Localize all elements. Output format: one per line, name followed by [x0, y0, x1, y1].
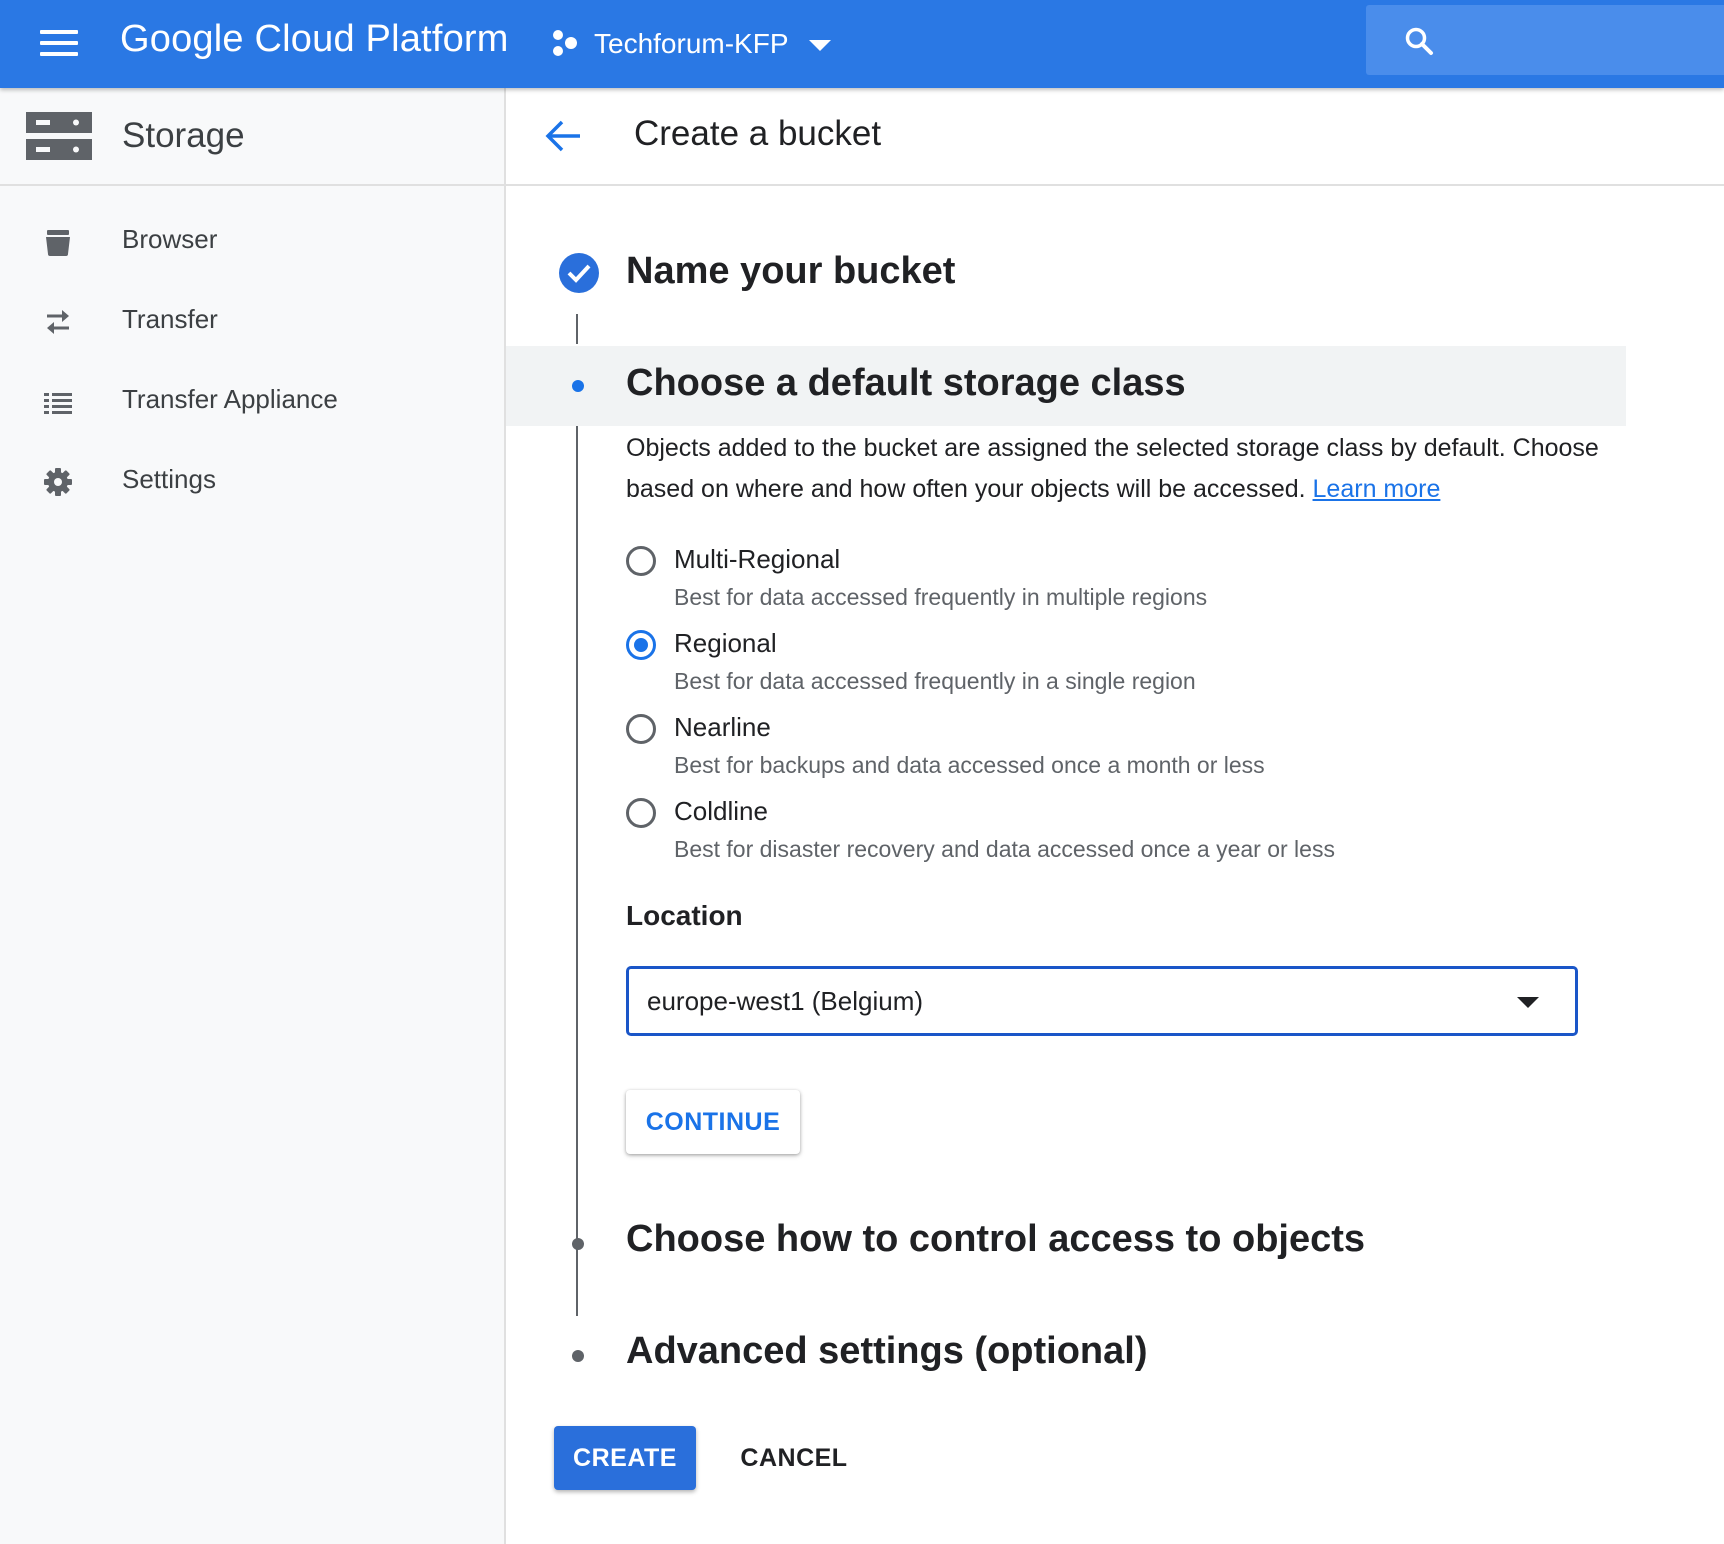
step-access-control-title[interactable]: Choose how to control access to objects [626, 1218, 1365, 1261]
main-content: Create a bucket Name your bucket Choose … [506, 88, 1724, 1544]
storage-icon [26, 112, 92, 160]
search-input[interactable] [1366, 5, 1724, 75]
sidebar-item-settings[interactable]: Settings [0, 444, 504, 516]
chevron-down-icon [808, 40, 831, 51]
step-pending-dot [572, 1238, 584, 1250]
option-label[interactable]: Multi-Regional [674, 544, 840, 575]
create-button[interactable]: CREATE [554, 1426, 696, 1490]
list-icon [44, 393, 72, 414]
sidebar-title: Storage [122, 116, 245, 155]
sidebar-item-browser[interactable]: Browser [0, 204, 504, 276]
option-label[interactable]: Regional [674, 628, 777, 659]
radio-coldline[interactable] [626, 798, 656, 828]
cancel-button[interactable]: CANCEL [724, 1426, 864, 1490]
page-header: Create a bucket [506, 88, 1724, 186]
sidebar-item-label: Transfer [122, 304, 218, 334]
location-label: Location [626, 900, 743, 931]
option-label[interactable]: Nearline [674, 712, 771, 743]
top-app-bar: Google Cloud Platform Techforum-KFP [0, 0, 1724, 88]
radio-regional[interactable] [626, 630, 656, 660]
radio-multi-regional[interactable] [626, 546, 656, 576]
step-storage-class-title[interactable]: Choose a default storage class [626, 362, 1186, 405]
option-label[interactable]: Coldline [674, 796, 768, 827]
option-description: Best for disaster recovery and data acce… [674, 836, 1335, 862]
arrow-back-icon[interactable] [544, 118, 582, 154]
step-pending-dot [572, 1350, 584, 1362]
radio-nearline[interactable] [626, 714, 656, 744]
step-active-dot [572, 380, 584, 392]
location-select[interactable]: europe-west1 (Belgium) [626, 966, 1578, 1036]
search-icon [1405, 27, 1433, 55]
bucket-icon [46, 230, 70, 256]
project-name: Techforum-KFP [594, 28, 789, 59]
step-connector [576, 1284, 578, 1316]
step-connector [576, 426, 578, 1290]
continue-button[interactable]: CONTINUE [626, 1090, 800, 1154]
sidebar-item-label: Browser [122, 224, 218, 254]
hamburger-menu-icon[interactable] [40, 30, 78, 56]
location-value: europe-west1 (Belgium) [647, 986, 924, 1016]
swap-arrows-icon [47, 310, 69, 334]
page-title: Create a bucket [634, 114, 882, 153]
sidebar-item-transfer-appliance[interactable]: Transfer Appliance [0, 364, 504, 436]
step-advanced-settings-title[interactable]: Advanced settings (optional) [626, 1330, 1147, 1373]
step-connector [576, 314, 578, 344]
sidebar: Storage Browser Transfer Transfer Applia… [0, 88, 506, 1544]
project-selector[interactable]: Techforum-KFP [550, 22, 831, 66]
dropdown-arrow-icon [1517, 997, 1539, 1008]
step-name-bucket-title[interactable]: Name your bucket [626, 250, 955, 293]
sidebar-item-transfer[interactable]: Transfer [0, 284, 504, 356]
gear-icon [44, 468, 72, 496]
learn-more-link[interactable]: Learn more [1313, 475, 1441, 503]
project-hexagon-icon [553, 30, 577, 56]
sidebar-item-label: Settings [122, 464, 216, 494]
sidebar-item-label: Transfer Appliance [122, 384, 338, 414]
option-description: Best for backups and data accessed once … [674, 752, 1265, 778]
option-description: Best for data accessed frequently in a s… [674, 668, 1196, 694]
check-circle-icon [559, 253, 599, 293]
storage-class-description: Objects added to the bucket are assigned… [626, 428, 1646, 510]
option-description: Best for data accessed frequently in mul… [674, 584, 1208, 610]
app-title[interactable]: Google Cloud Platform [120, 18, 509, 61]
sidebar-header: Storage [0, 88, 504, 186]
description-text: Objects added to the bucket are assigned… [626, 434, 1599, 503]
